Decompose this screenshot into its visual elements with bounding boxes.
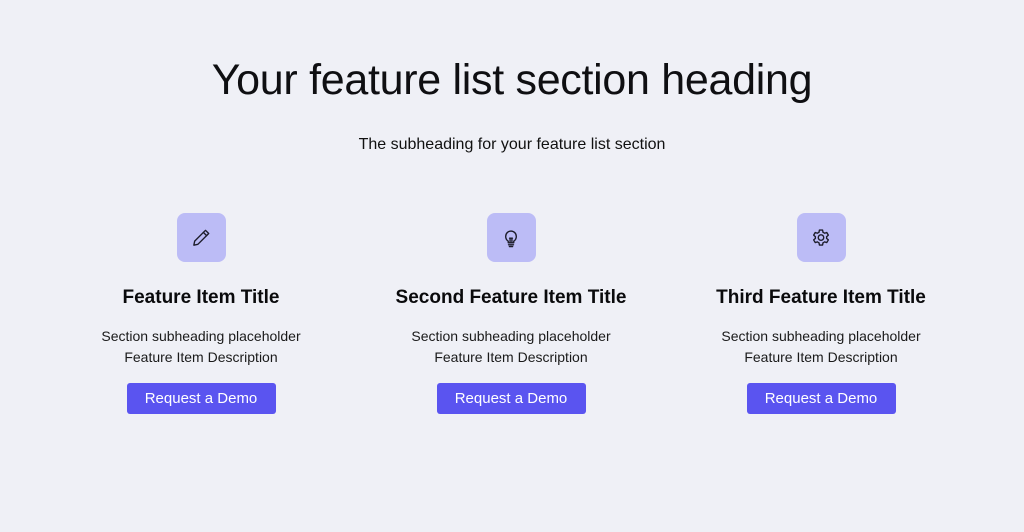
feature-title: Second Feature Item Title bbox=[395, 287, 627, 308]
feature-icon-tile bbox=[796, 213, 846, 262]
feature-icon-tile bbox=[486, 213, 536, 262]
feature-item-2: Second Feature Item Title Section subhea… bbox=[361, 213, 661, 414]
feature-description-line-2: Feature Item Description bbox=[124, 349, 278, 365]
feature-title: Feature Item Title bbox=[122, 287, 280, 308]
feature-description-line-2: Feature Item Description bbox=[744, 349, 898, 365]
feature-description: Section subheading placeholder Feature I… bbox=[361, 326, 661, 368]
lightbulb-icon bbox=[504, 229, 518, 247]
request-demo-button[interactable]: Request a Demo bbox=[746, 383, 896, 414]
feature-description: Section subheading placeholder Feature I… bbox=[51, 326, 351, 368]
feature-icon-tile bbox=[176, 213, 226, 262]
feature-item-1: Feature Item Title Section subheading pl… bbox=[51, 213, 351, 414]
section-subheading: The subheading for your feature list sec… bbox=[358, 136, 666, 153]
request-demo-button[interactable]: Request a Demo bbox=[436, 383, 586, 414]
feature-item-3: Third Feature Item Title Section subhead… bbox=[671, 213, 971, 414]
feature-description-line-1: Section subheading placeholder bbox=[721, 328, 921, 344]
feature-description-line-2: Feature Item Description bbox=[434, 349, 588, 365]
feature-description-line-1: Section subheading placeholder bbox=[411, 328, 611, 344]
gear-icon bbox=[812, 228, 830, 246]
request-demo-button[interactable]: Request a Demo bbox=[126, 383, 276, 414]
feature-title: Third Feature Item Title bbox=[716, 287, 926, 308]
pencil-icon bbox=[193, 229, 210, 246]
feature-description: Section subheading placeholder Feature I… bbox=[671, 326, 971, 368]
feature-list-section: Your feature list section heading The su… bbox=[0, 0, 1024, 532]
feature-description-line-1: Section subheading placeholder bbox=[101, 328, 301, 344]
section-heading: Your feature list section heading bbox=[211, 56, 813, 104]
